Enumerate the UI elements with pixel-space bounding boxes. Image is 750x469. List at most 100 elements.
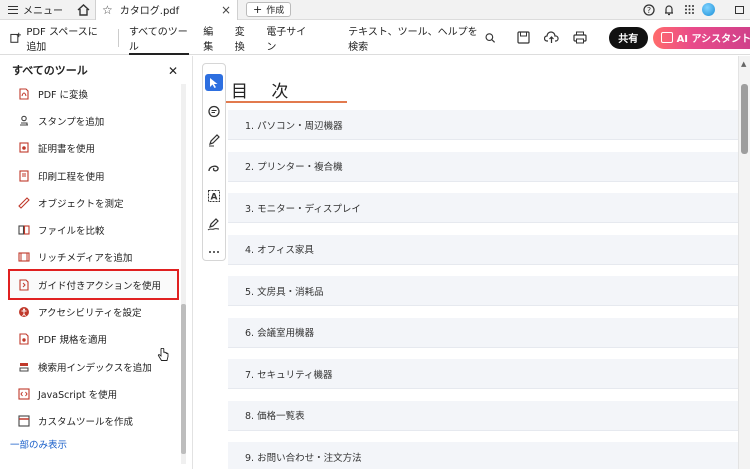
tab-all-tools[interactable]: すべてのツール bbox=[128, 21, 190, 55]
search-icon bbox=[484, 32, 495, 43]
show-less-link[interactable]: 一部のみ表示 bbox=[10, 437, 67, 451]
tab-label: 変換 bbox=[234, 26, 245, 53]
document-view[interactable]: 目 次 1. パソコン・周辺機器 2. プリンター・複合機 3. モニター・ディスプ… bbox=[193, 56, 738, 469]
toc-entry-label: 1. パソコン・周辺機器 bbox=[245, 120, 343, 132]
pdf-space-button[interactable]: PDF スペースに追加 bbox=[0, 23, 106, 53]
tab-esign[interactable]: 電子サイン bbox=[266, 21, 310, 55]
draw-freehand-icon[interactable] bbox=[206, 160, 222, 175]
toc-entry[interactable]: 2. プリンター・複合機 bbox=[228, 151, 738, 182]
cloud-upload-icon[interactable] bbox=[543, 31, 559, 44]
all-tools-panel: すべてのツール ✕ PDF に変換 スタンプを追加 証明書を使用 印刷工程を使用 オブジ… bbox=[0, 56, 193, 469]
svg-text:A: A bbox=[211, 193, 218, 203]
close-tab-icon[interactable]: × bbox=[221, 3, 231, 17]
tool-item[interactable]: ガイド付きアクションを使用 bbox=[8, 269, 179, 301]
ai-assistant-icon bbox=[660, 32, 673, 43]
print-production-icon bbox=[18, 169, 30, 182]
toc-entry-label: 6. 会議室用機器 bbox=[245, 328, 315, 339]
sign-tool-icon[interactable] bbox=[206, 217, 222, 232]
panel-scrollbar[interactable] bbox=[181, 84, 186, 464]
tool-item[interactable]: カスタムツールを作成 bbox=[0, 408, 180, 435]
tool-item[interactable]: オブジェクトを測定 bbox=[0, 189, 180, 216]
tool-item-label: JavaScript を使用 bbox=[38, 389, 118, 401]
search-label: テキスト、ツール、ヘルプを検索 bbox=[348, 26, 478, 53]
accessibility-icon bbox=[18, 306, 30, 318]
toc-entry[interactable]: 9. お問い合わせ・注文方法 bbox=[228, 442, 738, 469]
menu-button[interactable]: メニュー bbox=[0, 0, 71, 20]
tab-label: 編集 bbox=[203, 26, 214, 53]
main-toolbar: PDF スペースに追加 すべてのツール 編集 変換 電子サイン テキスト、ツール… bbox=[0, 21, 750, 55]
ai-assistant-label: AI アシスタントに質 bbox=[676, 34, 750, 45]
heading-underline bbox=[225, 101, 347, 103]
toc-entry-label: 4. オフィス家具 bbox=[245, 245, 314, 256]
custom-tool-icon bbox=[18, 415, 30, 427]
share-label: 共有 bbox=[618, 34, 639, 45]
tool-item-label: PDF 規格を適用 bbox=[38, 335, 108, 347]
scroll-up-icon[interactable]: ▲ bbox=[741, 60, 746, 68]
toc-entry[interactable]: 3. モニター・ディスプレイ bbox=[228, 193, 738, 223]
panel-scroll-thumb[interactable] bbox=[181, 304, 186, 454]
home-icon bbox=[77, 3, 89, 16]
toc-entry[interactable]: 4. オフィス家具 bbox=[228, 234, 738, 265]
more-tools-icon[interactable] bbox=[206, 245, 222, 260]
tool-item[interactable]: アクセシビリティを設定 bbox=[0, 298, 180, 325]
tool-item-label: ファイルを比較 bbox=[38, 226, 105, 238]
toc-entry[interactable]: 1. パソコン・周辺機器 bbox=[228, 110, 738, 140]
toc-entry[interactable]: 8. 価格一覧表 bbox=[228, 400, 738, 431]
highlight-pen-icon[interactable] bbox=[206, 132, 222, 147]
title-bar: メニュー ☆ カタログ.pdf × + 作成 ? bbox=[0, 0, 750, 20]
tool-item-label: リッチメディアを追加 bbox=[38, 253, 133, 265]
apps-grid-icon[interactable] bbox=[682, 3, 696, 17]
tool-item-label: ガイド付きアクションを使用 bbox=[38, 280, 162, 292]
tool-item-label: アクセシビリティを設定 bbox=[38, 308, 142, 320]
tool-item[interactable]: JavaScript を使用 bbox=[0, 380, 180, 407]
tool-item-label: 印刷工程を使用 bbox=[38, 171, 105, 183]
ai-assistant-button[interactable]: AI アシスタントに質 bbox=[652, 26, 750, 49]
tool-item-label: カスタムツールを作成 bbox=[38, 417, 134, 429]
tool-item-label: オブジェクトを測定 bbox=[38, 198, 124, 210]
tool-item[interactable]: リッチメディアを追加 bbox=[0, 244, 180, 271]
tool-item-label: 検索用インデックスを追加 bbox=[38, 362, 152, 374]
toc-entry-label: 8. 価格一覧表 bbox=[245, 411, 305, 422]
tab-title: カタログ.pdf bbox=[119, 6, 180, 17]
tool-item[interactable]: 印刷工程を使用 bbox=[0, 162, 180, 189]
toc-entry[interactable]: 5. 文房具・消耗品 bbox=[228, 276, 738, 306]
toc-entry-label: 9. お問い合わせ・注文方法 bbox=[245, 452, 362, 464]
javascript-icon bbox=[18, 388, 30, 400]
tool-item[interactable]: PDF 規格を適用 bbox=[0, 326, 180, 353]
save-icon[interactable] bbox=[517, 31, 530, 44]
create-button[interactable]: + 作成 bbox=[246, 2, 292, 17]
toc-entry-label: 3. モニター・ディスプレイ bbox=[245, 203, 361, 215]
document-scrollbar[interactable]: ▲ bbox=[738, 56, 750, 469]
tool-item[interactable]: 検索用インデックスを追加 bbox=[0, 353, 180, 380]
select-tool-icon[interactable] bbox=[205, 74, 223, 92]
tab-edit[interactable]: 編集 bbox=[203, 21, 221, 55]
star-icon[interactable]: ☆ bbox=[102, 3, 113, 17]
restore-window-icon[interactable] bbox=[735, 5, 744, 14]
tab-convert[interactable]: 変換 bbox=[235, 21, 253, 55]
close-panel-icon[interactable]: ✕ bbox=[168, 64, 178, 78]
hand-cursor-icon bbox=[157, 348, 169, 361]
document-tab[interactable]: ☆ カタログ.pdf × bbox=[95, 0, 238, 20]
tool-item[interactable]: ファイルを比較 bbox=[0, 216, 180, 243]
search-field[interactable]: テキスト、ツール、ヘルプを検索 bbox=[348, 23, 495, 53]
share-button[interactable]: 共有 bbox=[608, 26, 648, 49]
toc-entry[interactable]: 6. 会議室用機器 bbox=[228, 317, 738, 348]
tool-item[interactable]: 証明書を使用 bbox=[0, 135, 180, 162]
document-scroll-thumb[interactable] bbox=[741, 84, 748, 154]
text-box-icon[interactable]: A bbox=[206, 189, 222, 204]
avatar[interactable] bbox=[702, 3, 715, 16]
pdf-standard-icon bbox=[18, 333, 30, 345]
toc-heading: 目 次 bbox=[231, 82, 298, 102]
help-icon[interactable]: ? bbox=[642, 3, 656, 17]
tool-item[interactable]: スタンプを追加 bbox=[0, 107, 180, 134]
comment-tool-icon[interactable] bbox=[206, 104, 222, 119]
tool-item[interactable]: PDF に変換 bbox=[0, 80, 180, 107]
plus-icon: + bbox=[253, 3, 263, 16]
compare-icon bbox=[18, 224, 30, 236]
notification-bell-icon[interactable] bbox=[662, 3, 676, 17]
home-button[interactable] bbox=[71, 0, 95, 20]
toc-entry-label: 5. 文房具・消耗品 bbox=[245, 286, 324, 298]
guided-action-icon bbox=[18, 279, 30, 291]
print-icon[interactable] bbox=[573, 31, 587, 44]
toc-entry[interactable]: 7. セキュリティ機器 bbox=[228, 359, 738, 389]
